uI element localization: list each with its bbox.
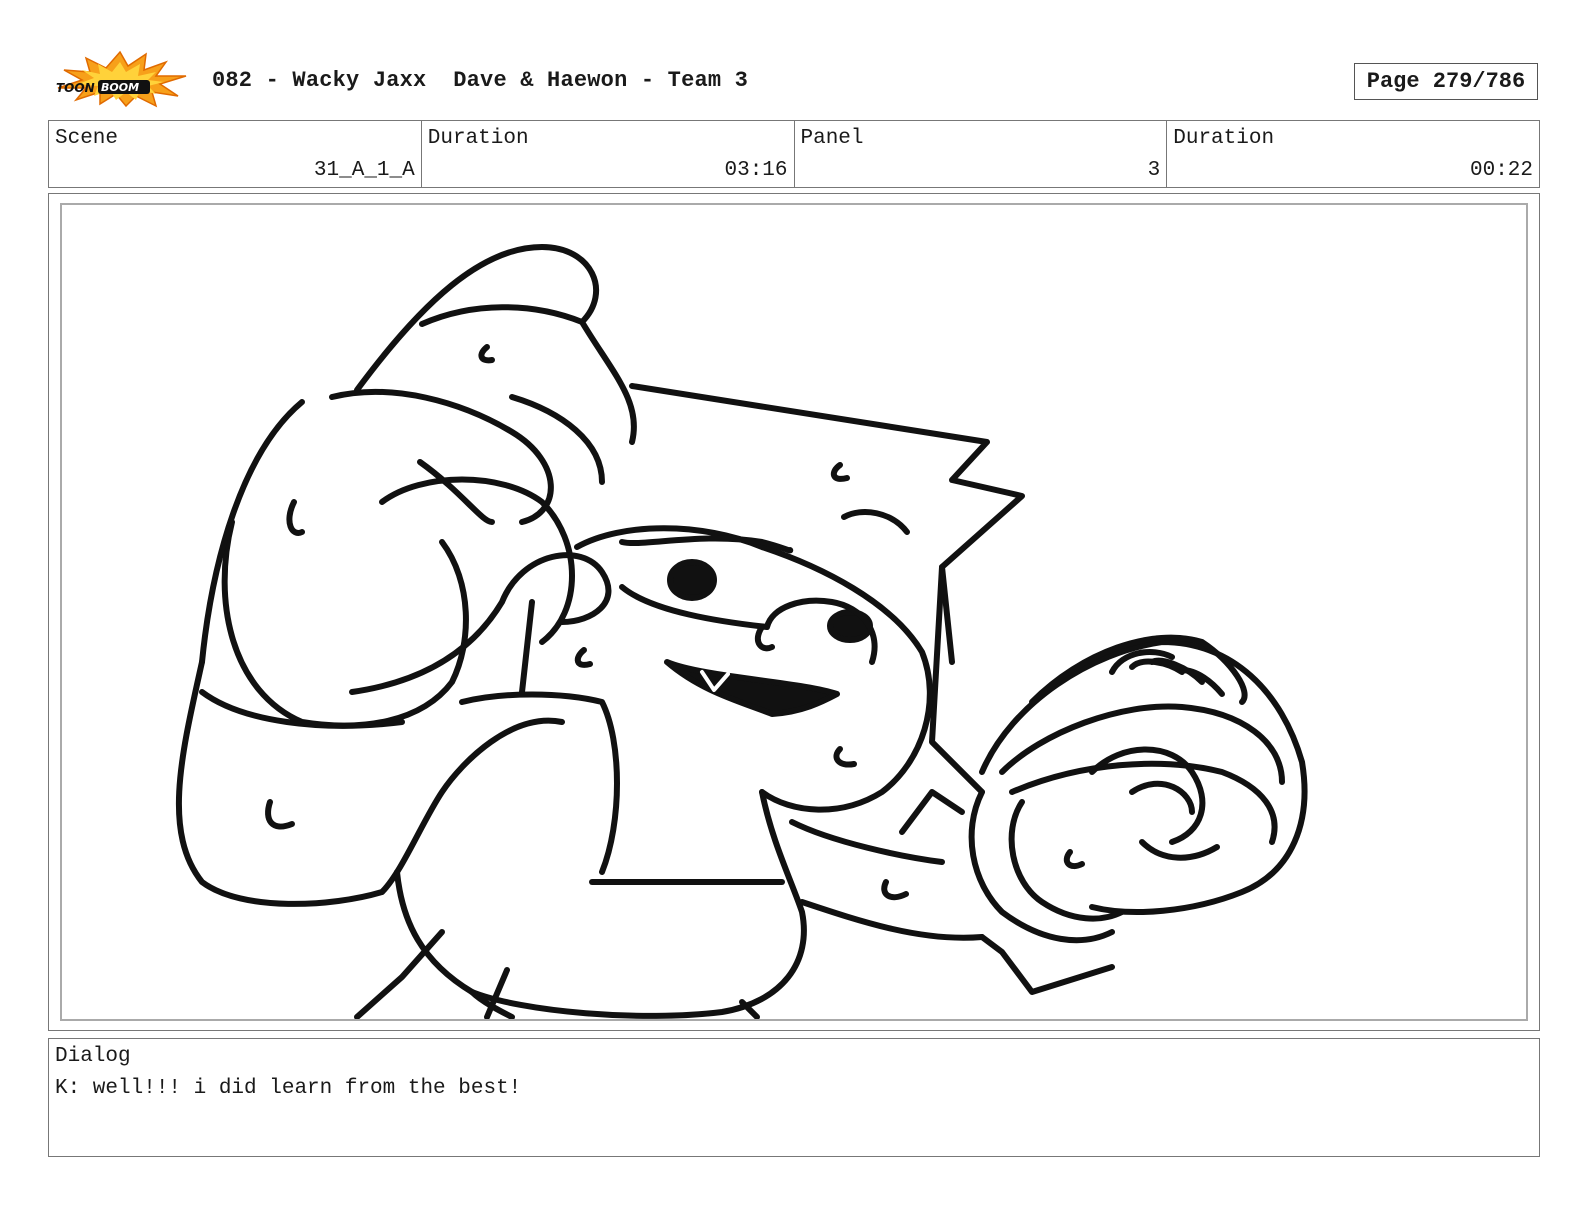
svg-text:TOON: TOON	[56, 81, 95, 95]
svg-text:BOOM: BOOM	[101, 81, 139, 94]
scene-duration-cell: Duration 03:16	[422, 121, 795, 187]
panel-duration-cell: Duration 00:22	[1167, 121, 1539, 187]
panel-sketch	[175, 244, 1308, 1019]
dialog-box: Dialog K: well!!! i did learn from the b…	[48, 1038, 1540, 1157]
scene-label: Scene	[55, 127, 119, 150]
panel-value: 3	[1147, 159, 1161, 182]
scene-duration-label: Duration	[427, 127, 529, 150]
scene-value: 31_A_1_A	[313, 159, 415, 182]
panel-cell: Panel 3	[795, 121, 1168, 187]
toonboom-logo: TOON BOOM	[52, 50, 188, 108]
page-number: Page 279/786	[1354, 63, 1538, 100]
scene-info-table: Scene 31_A_1_A Duration 03:16 Panel 3 Du…	[48, 120, 1540, 188]
panel-label: Panel	[800, 127, 864, 150]
dialog-text: K: well!!! i did learn from the best!	[55, 1077, 522, 1100]
page-title: 082 - Wacky Jaxx Dave & Haewon - Team 3	[212, 68, 749, 93]
scene-cell: Scene 31_A_1_A	[49, 121, 422, 187]
storyboard-panel	[60, 203, 1528, 1021]
panel-duration-label: Duration	[1173, 127, 1275, 150]
scene-duration-value: 03:16	[724, 159, 788, 182]
dialog-label: Dialog	[55, 1045, 131, 1068]
panel-duration-value: 00:22	[1469, 159, 1533, 182]
